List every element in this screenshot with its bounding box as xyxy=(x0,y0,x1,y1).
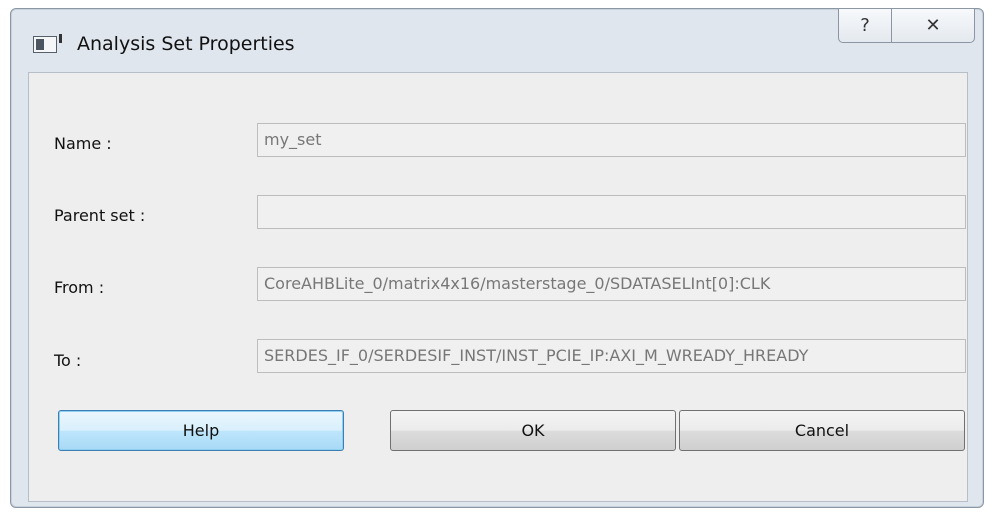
parent-set-field[interactable] xyxy=(257,195,966,229)
to-label: To : xyxy=(54,351,82,370)
from-field[interactable]: CoreAHBLite_0/matrix4x16/masterstage_0/S… xyxy=(257,267,966,301)
to-field[interactable]: SERDES_IF_0/SERDESIF_INST/INST_PCIE_IP:A… xyxy=(257,339,966,373)
dialog-window: Analysis Set Properties ? ✕ Name : my_se… xyxy=(10,8,984,508)
cancel-button[interactable]: Cancel xyxy=(679,410,965,451)
close-button[interactable]: ✕ xyxy=(891,9,975,43)
close-icon: ✕ xyxy=(925,15,941,36)
app-icon xyxy=(33,34,62,53)
dialog-body: Name : my_set Parent set : From : CoreAH… xyxy=(28,72,968,502)
dialog-title: Analysis Set Properties xyxy=(77,33,295,55)
context-help-button[interactable]: ? xyxy=(838,9,892,43)
title-bar[interactable]: Analysis Set Properties ? ✕ xyxy=(11,9,983,71)
from-label: From : xyxy=(54,278,105,297)
help-button[interactable]: Help xyxy=(58,410,344,451)
ok-button[interactable]: OK xyxy=(390,410,676,451)
name-field[interactable]: my_set xyxy=(257,123,966,157)
name-label: Name : xyxy=(54,134,112,153)
question-mark-icon: ? xyxy=(860,15,870,36)
parent-set-label: Parent set : xyxy=(54,206,146,225)
